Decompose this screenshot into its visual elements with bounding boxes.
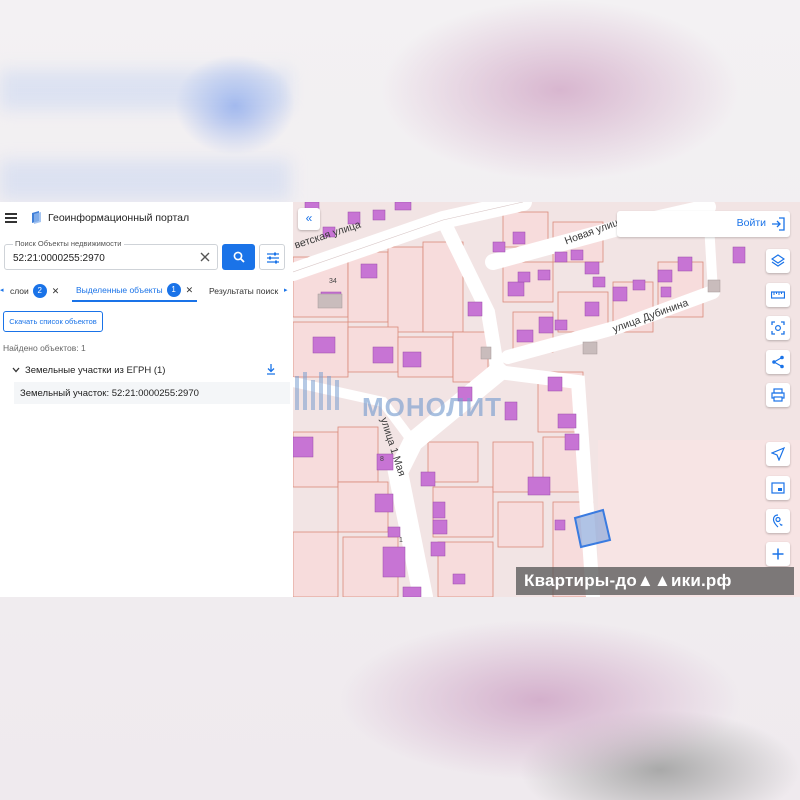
chevron-down-icon[interactable]: [12, 366, 20, 374]
tab-label: Результаты поиск: [209, 286, 279, 296]
print-icon: [771, 388, 785, 402]
close-icon[interactable]: ✕: [186, 285, 194, 296]
result-item-label: Земельный участок: 52:21:0000255:2970: [20, 388, 199, 399]
share-button[interactable]: [766, 350, 790, 374]
brand-text: Квартиры-до▲▲ики.рф: [524, 571, 732, 590]
search-value[interactable]: 52:21:0000255:2970: [13, 253, 105, 264]
tab-selected-objects[interactable]: Выделенные объекты 1 ✕: [72, 280, 198, 302]
portal-title: Геоинформационный портал: [48, 212, 190, 224]
search-label: Поиск Объекты недвижимости: [13, 239, 124, 248]
selected-parcel[interactable]: [573, 508, 612, 549]
filter-button[interactable]: [259, 244, 285, 270]
login-label: Войти: [736, 217, 766, 229]
navigate-icon: [771, 447, 785, 461]
area-select-icon: [771, 321, 785, 335]
filter-sliders-icon: [267, 252, 279, 264]
tab-bar: ◂ слои 2 ✕ Выделенные объекты 1 ✕ Резуль…: [0, 280, 293, 302]
close-icon[interactable]: ✕: [52, 286, 60, 297]
tab-label: слои: [10, 286, 29, 296]
minimap-icon: [771, 482, 785, 494]
tab-badge: 2: [32, 284, 47, 298]
layers-icon: [771, 254, 785, 267]
tab-scroll-left-icon[interactable]: ◂: [0, 286, 4, 294]
tab-badge: 1: [166, 283, 181, 297]
ruler-button[interactable]: [766, 283, 790, 307]
layers-button[interactable]: [766, 249, 790, 273]
navigate-button[interactable]: [766, 442, 790, 466]
locate-button[interactable]: [766, 509, 790, 533]
house-number: 34: [329, 278, 337, 285]
area-select-button[interactable]: [766, 316, 790, 340]
watermark-text: МОНОЛИТ: [362, 392, 503, 422]
minimap-button[interactable]: [766, 476, 790, 500]
share-icon: [772, 355, 784, 369]
tab-layers[interactable]: слои 2 ✕: [10, 280, 59, 302]
house-number: 8: [380, 456, 384, 463]
login-button[interactable]: Войти: [617, 211, 790, 237]
print-button[interactable]: [766, 383, 790, 407]
left-panel: Геоинформационный портал Поиск Объекты н…: [0, 202, 293, 597]
ruler-icon: [771, 291, 785, 299]
zoom-in-icon: [772, 548, 784, 560]
menu-icon[interactable]: [5, 213, 17, 223]
brand-watermark: Квартиры-до▲▲ики.рф: [516, 567, 794, 595]
result-group-header[interactable]: Земельные участки из ЕГРН (1): [10, 364, 280, 378]
blurred-bar: [0, 70, 290, 110]
blurred-bar: [0, 160, 290, 200]
result-group-title: Земельные участки из ЕГРН (1): [25, 365, 166, 376]
house-number: 1: [399, 537, 403, 544]
portal-logo-icon: [32, 211, 41, 224]
collapse-panel-button[interactable]: «: [298, 208, 320, 230]
app-window: ветская улица Новая улица улица Дубинина…: [0, 202, 800, 597]
locate-icon: [772, 514, 783, 528]
result-item[interactable]: Земельный участок: 52:21:0000255:2970: [14, 382, 290, 404]
search-button[interactable]: [222, 244, 255, 270]
search-icon: [233, 251, 245, 263]
download-icon[interactable]: [266, 364, 276, 375]
found-count: Найдено объектов: 1: [3, 343, 86, 353]
clear-icon[interactable]: [199, 251, 211, 263]
search-input[interactable]: Поиск Объекты недвижимости 52:21:0000255…: [4, 239, 218, 270]
tab-search-results[interactable]: Результаты поиск: [209, 280, 278, 302]
monolit-logo-icon: [287, 372, 339, 410]
download-list-button[interactable]: Скачать список объектов: [3, 311, 103, 332]
tab-label: Выделенные объекты: [76, 285, 163, 295]
login-icon: [772, 217, 785, 231]
tab-scroll-right-icon[interactable]: ▸: [284, 286, 288, 294]
zoom-in-button[interactable]: [766, 542, 790, 566]
